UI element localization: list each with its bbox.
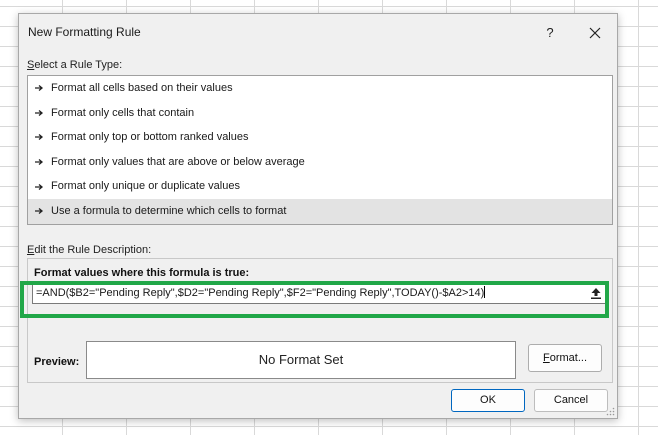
close-button[interactable] xyxy=(585,23,605,43)
preview-box: No Format Set xyxy=(86,341,516,379)
rule-type-item[interactable]: Format only top or bottom ranked values xyxy=(28,125,612,150)
dialog-title: New Formatting Rule xyxy=(28,25,141,39)
new-formatting-rule-dialog: New Formatting Rule ? Select a Rule Type… xyxy=(18,13,618,419)
arrow-right-icon xyxy=(35,134,44,141)
format-button[interactable]: Format... xyxy=(528,344,602,372)
rule-type-item[interactable]: Format only unique or duplicate values xyxy=(28,174,612,199)
rule-type-item-selected[interactable]: Use a formula to determine which cells t… xyxy=(28,198,612,224)
formula-label: Format values where this formula is true… xyxy=(34,267,250,279)
edit-description-label: Edit the Rule Description: xyxy=(27,244,152,256)
rule-type-item-label: Format all cells based on their values xyxy=(51,82,233,94)
rule-type-item-label: Format only cells that contain xyxy=(51,106,195,119)
rule-type-item-label: Format only values that are above or bel… xyxy=(51,155,305,168)
arrow-right-icon xyxy=(35,183,44,190)
rule-type-list: Format all cells based on their values F… xyxy=(27,75,613,225)
rule-description-panel: Format values where this formula is true… xyxy=(27,258,613,383)
arrow-right-icon xyxy=(35,159,44,166)
rule-type-item-label: Use a formula to determine which cells t… xyxy=(51,204,287,217)
rule-type-item[interactable]: Format all cells based on their values xyxy=(28,76,612,101)
rule-type-item[interactable]: Format only values that are above or bel… xyxy=(28,150,612,175)
help-button[interactable]: ? xyxy=(540,23,560,43)
arrow-right-icon xyxy=(35,85,44,92)
title-bar: New Formatting Rule ? xyxy=(19,14,617,52)
arrow-right-icon xyxy=(35,208,44,215)
rule-type-item[interactable]: Format only cells that contain xyxy=(28,101,612,126)
rule-type-item-label: Format only top or bottom ranked values xyxy=(51,131,249,144)
cancel-button[interactable]: Cancel xyxy=(534,389,608,412)
arrow-right-icon xyxy=(35,109,44,116)
rule-type-item-label: Format only unique or duplicate values xyxy=(51,180,240,193)
rule-type-label: Select a Rule Type: xyxy=(27,59,123,71)
close-icon xyxy=(589,27,601,39)
ok-button[interactable]: OK xyxy=(451,389,525,412)
formula-highlight-box xyxy=(20,281,609,318)
resize-grip-icon[interactable] xyxy=(606,407,615,416)
preview-label: Preview: xyxy=(34,356,80,368)
